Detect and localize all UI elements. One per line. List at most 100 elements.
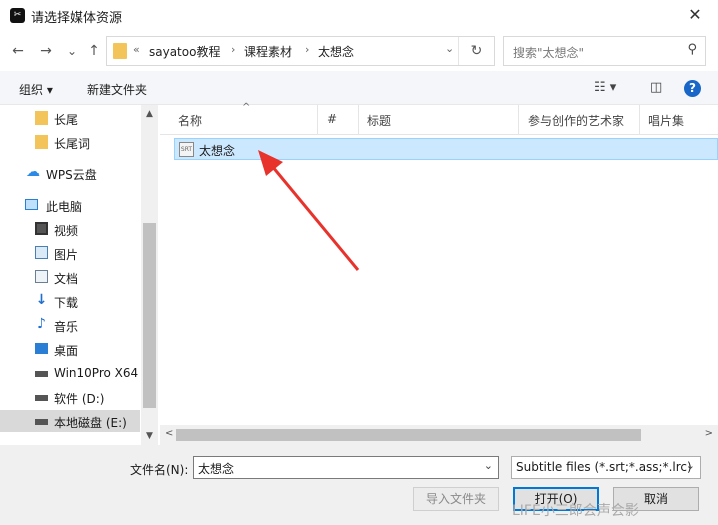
picture-icon	[35, 246, 48, 259]
column-number[interactable]: #	[327, 112, 337, 126]
title-bar: ✂ 请选择媒体资源 ✕	[0, 0, 718, 31]
filename-label: 文件名(N):	[130, 463, 189, 477]
sidebar-item-drive-e[interactable]: 本地磁盘 (E:)	[0, 410, 140, 432]
new-folder-button[interactable]: 新建文件夹	[87, 81, 147, 98]
forward-arrow-icon[interactable]: →	[36, 41, 56, 61]
sidebar-item-desktop[interactable]: 桌面	[0, 338, 140, 360]
import-folder-button[interactable]: 导入文件夹	[413, 487, 499, 511]
file-name: 太想念	[199, 144, 236, 158]
column-header-row: ^ 名称 # 标题 参与创作的艺术家 唱片集	[160, 102, 718, 135]
address-dropdown-icon[interactable]: ⌄	[445, 42, 454, 55]
file-type-select[interactable]: Subtitle files (*.srt;*.ass;*.lrc) ⌄	[511, 456, 701, 479]
sidebar-item-label: 长尾	[54, 113, 79, 127]
breadcrumb-separator-icon: ›	[305, 43, 310, 56]
breadcrumb-course-material[interactable]: 课程素材	[244, 43, 292, 60]
folder-icon	[113, 43, 127, 59]
sidebar-item-label: 长尾词	[54, 137, 91, 151]
file-row-selected[interactable]: SRT 太想念	[174, 138, 718, 160]
search-box[interactable]: 搜索"太想念" ⚲	[503, 36, 706, 66]
sidebar-item-downloads[interactable]: ↓ 下载	[0, 290, 140, 312]
scroll-down-icon[interactable]: ▼	[143, 431, 156, 441]
column-name[interactable]: 名称	[178, 112, 202, 129]
sidebar-item-music[interactable]: ♪ 音乐	[0, 314, 140, 336]
sidebar-item-videos[interactable]: 视频	[0, 218, 140, 240]
video-icon	[35, 222, 48, 235]
computer-icon	[25, 199, 38, 210]
filename-field[interactable]: 太想念 ⌄	[193, 456, 499, 479]
sidebar-item-label: 文档	[54, 272, 79, 286]
column-divider[interactable]	[518, 105, 519, 135]
column-divider[interactable]	[639, 105, 640, 135]
folder-icon	[35, 111, 48, 125]
sidebar-item-changweici[interactable]: 长尾词	[0, 131, 140, 153]
filename-value: 太想念	[198, 462, 235, 476]
preview-pane-icon[interactable]: ◫	[650, 80, 662, 95]
watermark-text: LIFE小三郎会声会影	[512, 503, 639, 519]
sidebar-item-label: Win10Pro X64	[54, 366, 139, 380]
horizontal-scrollbar[interactable]: < >	[160, 425, 718, 445]
file-list: ^ 名称 # 标题 参与创作的艺术家 唱片集 SRT 太想念	[160, 102, 718, 445]
column-title[interactable]: 标题	[367, 112, 391, 129]
scroll-up-icon[interactable]: ▲	[143, 109, 156, 119]
command-toolbar: 组织 ▾ 新建文件夹 ☷ ▾ ◫ ?	[0, 71, 718, 105]
sidebar-item-label: WPS云盘	[46, 168, 97, 182]
capcut-logo-icon: ✂	[10, 8, 25, 23]
document-icon	[35, 270, 48, 283]
navigation-bar: ← → ⌄ ↑ « sayatoo教程 › 课程素材 › 太想念 ⌄ ↻ 搜索"…	[0, 31, 718, 71]
breadcrumb-separator-icon: ›	[231, 43, 236, 56]
sidebar-item-drive-d[interactable]: 软件 (D:)	[0, 386, 140, 408]
navigation-pane: 长尾 长尾词 ☁ WPS云盘 此电脑 视频 图片 文档 ↓ 下载 ♪ 音乐 桌面…	[0, 105, 158, 445]
breadcrumb-current-folder[interactable]: 太想念	[318, 43, 354, 60]
recent-locations-icon[interactable]: ⌄	[62, 41, 82, 61]
back-arrow-icon[interactable]: ←	[8, 41, 28, 61]
sidebar-scroll-thumb[interactable]	[143, 223, 156, 408]
column-divider[interactable]	[358, 105, 359, 135]
download-icon: ↓	[35, 292, 48, 308]
drive-icon	[35, 395, 48, 401]
filename-dropdown-icon[interactable]: ⌄	[484, 459, 493, 472]
sidebar-item-changwei[interactable]: 长尾	[0, 107, 140, 129]
view-options-icon[interactable]: ☷ ▾	[594, 80, 616, 95]
column-divider[interactable]	[317, 105, 318, 135]
file-type-dropdown-icon[interactable]: ⌄	[686, 459, 695, 472]
search-icon[interactable]: ⚲	[687, 42, 697, 57]
breadcrumb-sayatoo[interactable]: sayatoo教程	[149, 43, 220, 60]
window-title: 请选择媒体资源	[31, 11, 123, 26]
close-button[interactable]: ✕	[672, 0, 718, 31]
up-arrow-icon[interactable]: ↑	[84, 41, 104, 61]
sidebar-item-label: 视频	[54, 224, 79, 238]
organize-menu[interactable]: 组织 ▾	[19, 81, 53, 98]
sidebar-item-label: 此电脑	[46, 200, 83, 214]
sidebar-item-label: 桌面	[54, 344, 79, 358]
subtitle-file-icon: SRT	[179, 142, 194, 157]
drive-icon	[35, 371, 48, 377]
overflow-chevron-icon[interactable]: «	[133, 43, 140, 56]
column-album[interactable]: 唱片集	[648, 112, 684, 129]
sidebar-item-this-pc[interactable]: 此电脑	[0, 194, 140, 216]
sort-ascending-icon: ^	[242, 102, 251, 113]
scroll-right-icon[interactable]: >	[705, 428, 713, 439]
sidebar-item-label: 下载	[54, 296, 79, 310]
file-type-value: Subtitle files (*.srt;*.ass;*.lrc)	[516, 460, 692, 474]
sidebar-item-win10pro[interactable]: Win10Pro X64	[0, 362, 140, 384]
sidebar-item-pictures[interactable]: 图片	[0, 242, 140, 264]
search-input[interactable]: 搜索"太想念"	[513, 44, 584, 61]
help-icon[interactable]: ?	[684, 80, 701, 97]
address-bar[interactable]: « sayatoo教程 › 课程素材 › 太想念 ⌄ ↻	[106, 36, 495, 66]
scroll-left-icon[interactable]: <	[165, 428, 173, 439]
column-artists[interactable]: 参与创作的艺术家	[528, 112, 624, 129]
cloud-icon: ☁	[26, 164, 40, 180]
sidebar-item-label: 本地磁盘 (E:)	[54, 416, 127, 430]
horizontal-scroll-thumb[interactable]	[176, 429, 641, 441]
desktop-icon	[35, 343, 48, 354]
refresh-icon[interactable]: ↻	[458, 37, 494, 65]
drive-icon	[35, 419, 48, 425]
music-icon: ♪	[37, 316, 46, 332]
sidebar-item-label: 软件 (D:)	[54, 392, 105, 406]
folder-icon	[35, 135, 48, 149]
sidebar-item-wps-cloud[interactable]: ☁ WPS云盘	[0, 162, 140, 184]
sidebar-scrollbar[interactable]: ▲ ▼	[141, 105, 158, 445]
sidebar-item-label: 音乐	[54, 320, 79, 334]
sidebar-item-label: 图片	[54, 248, 79, 262]
sidebar-item-documents[interactable]: 文档	[0, 266, 140, 288]
